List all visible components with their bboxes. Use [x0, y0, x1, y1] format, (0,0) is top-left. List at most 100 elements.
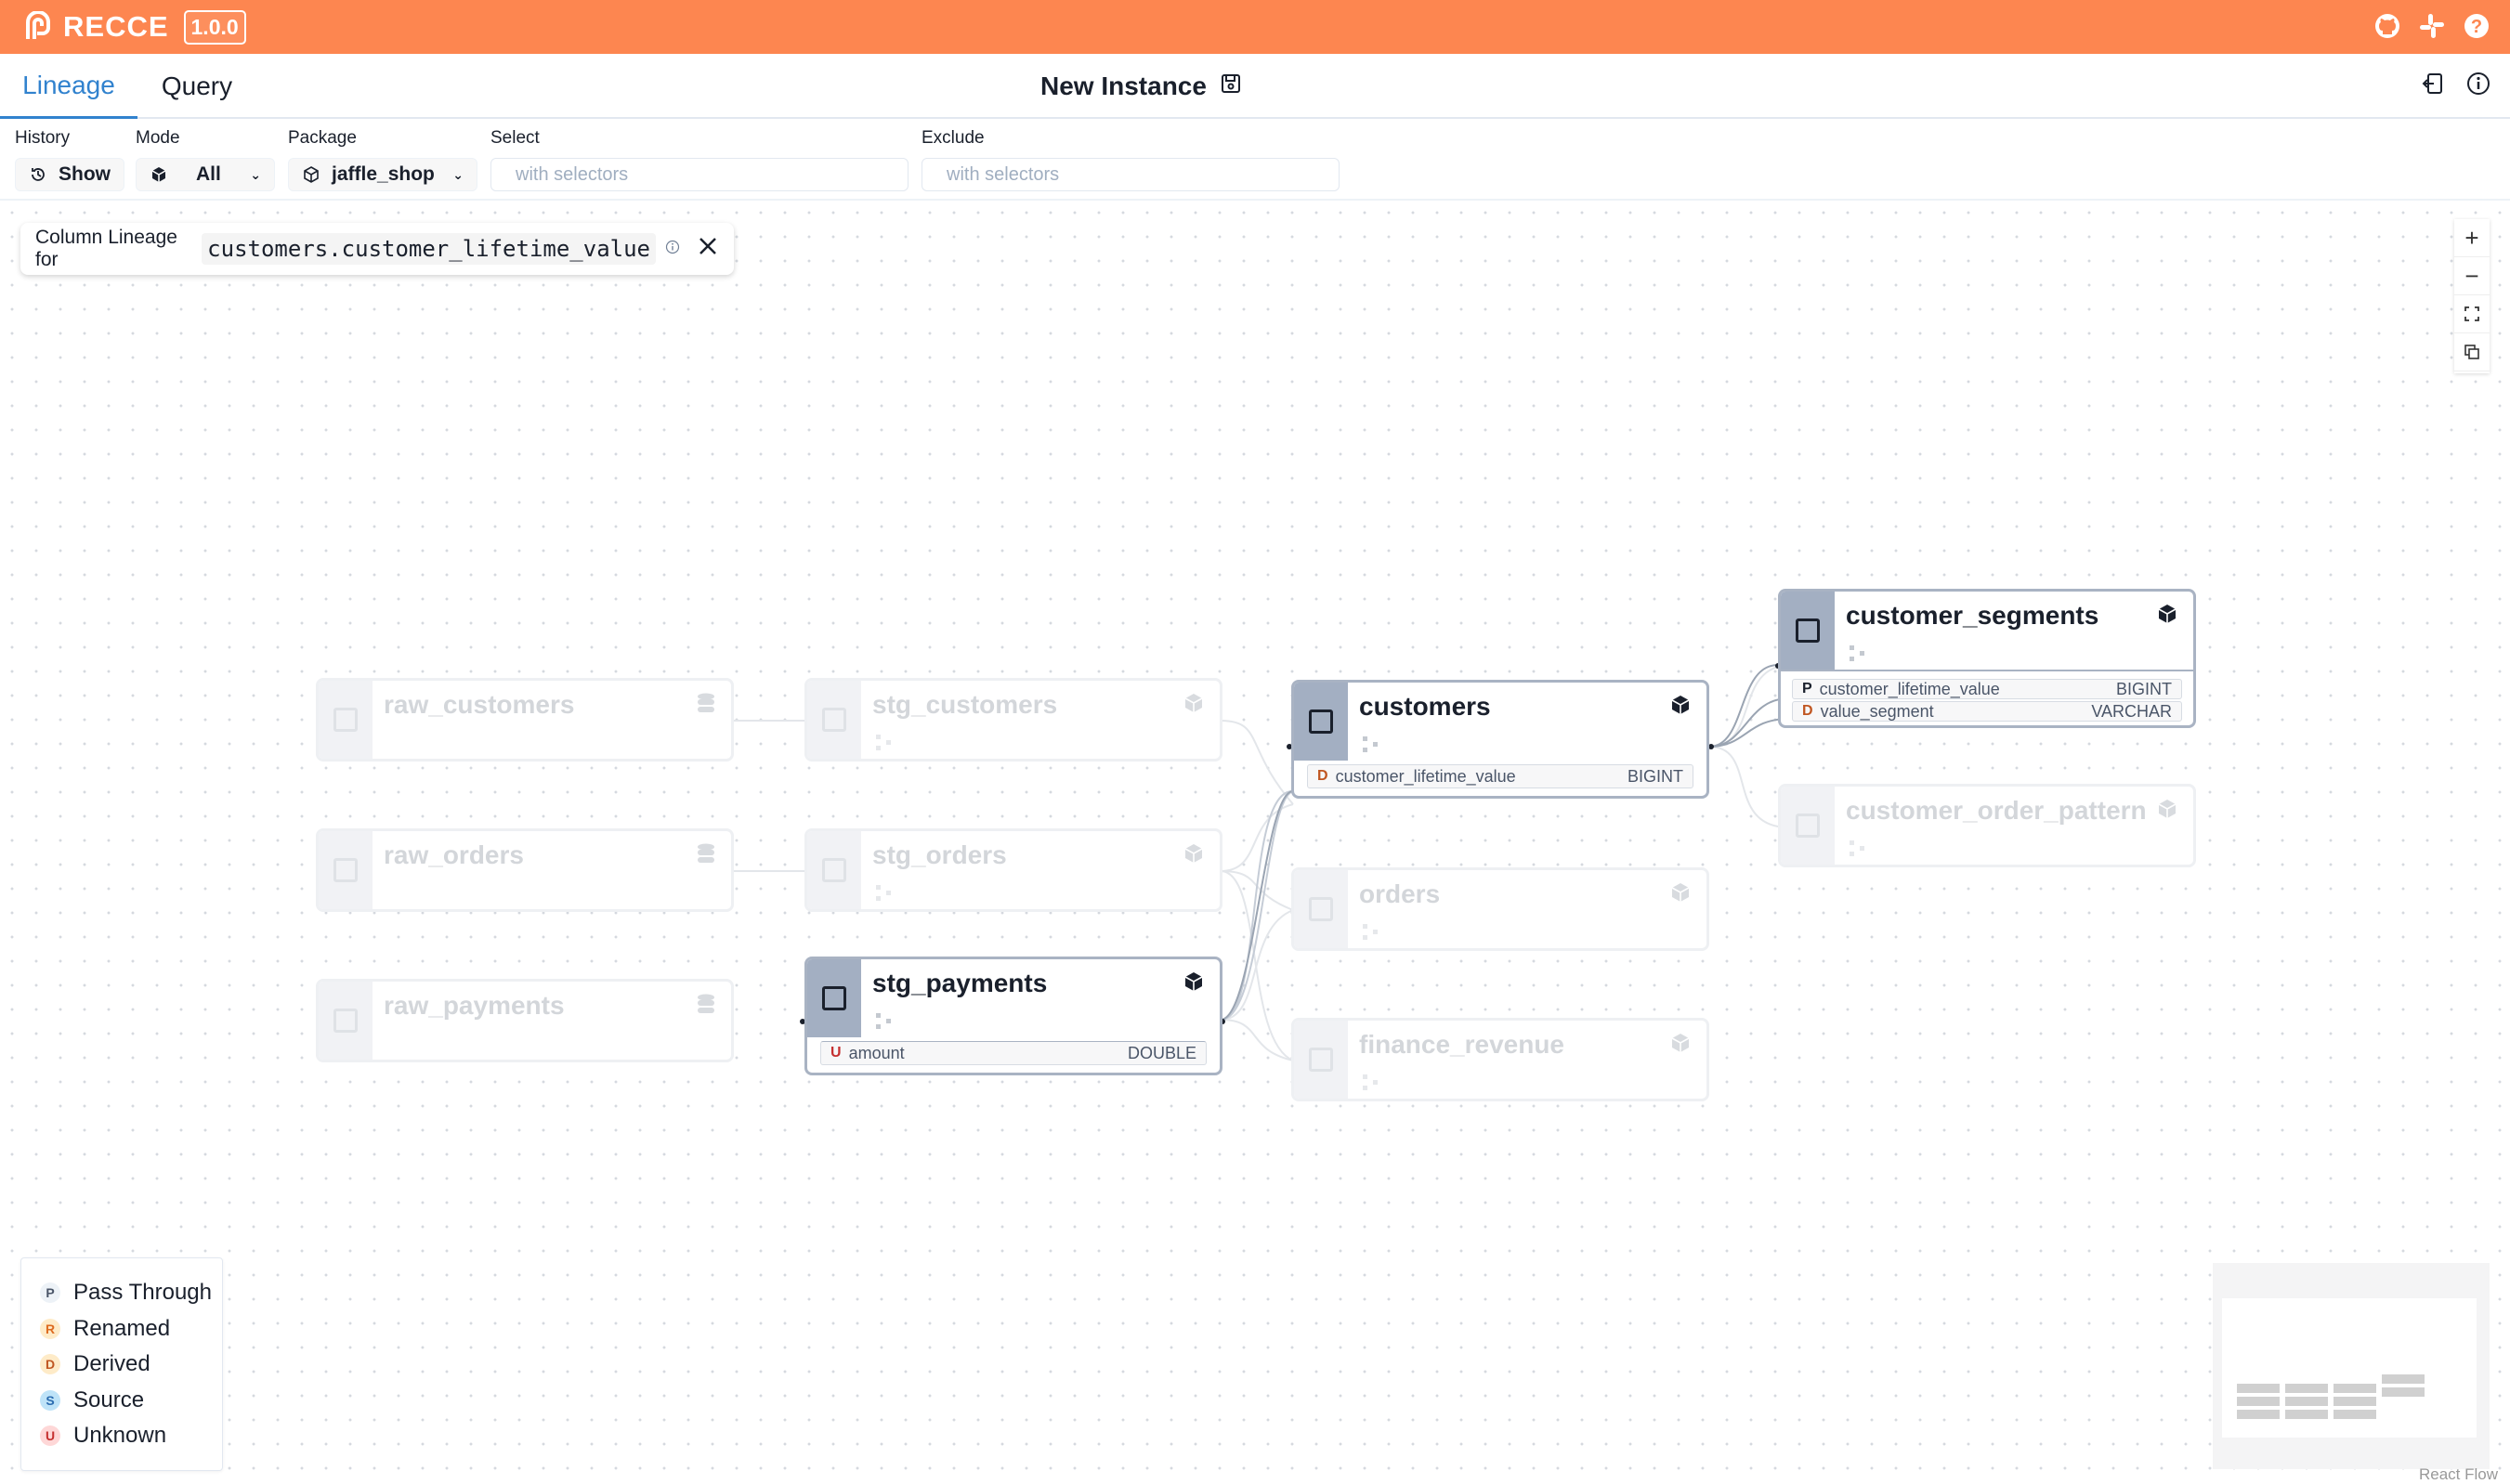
- minimap[interactable]: [2213, 1263, 2490, 1469]
- slack-icon[interactable]: [2417, 11, 2447, 41]
- legend-item: P Pass Through: [40, 1275, 222, 1311]
- save-icon[interactable]: [1220, 72, 1242, 101]
- legend: P Pass Through R Renamed D Derived S Sou…: [20, 1257, 223, 1471]
- version-badge: 1.0.0: [183, 9, 246, 45]
- lineage-branch-icon: [1848, 839, 1868, 864]
- node-orders[interactable]: orders: [1291, 867, 1709, 951]
- column-row[interactable]: U amount DOUBLE: [820, 1041, 1207, 1065]
- column-type: BIGINT: [2115, 679, 2172, 698]
- database-icon: [696, 692, 716, 721]
- mode-select[interactable]: All ⌄: [136, 158, 275, 191]
- node-title: raw_customers: [384, 690, 575, 719]
- node-title: raw_payments: [384, 991, 565, 1020]
- copy-icon[interactable]: [2454, 333, 2490, 371]
- package-icon: [304, 166, 319, 183]
- column-row[interactable]: D customer_lifetime_value BIGINT: [1307, 764, 1693, 788]
- legend-badge: R: [40, 1318, 60, 1339]
- node-checkbox[interactable]: [333, 858, 358, 882]
- mode-filter: Mode All ⌄: [136, 128, 275, 191]
- node-raw-payments[interactable]: raw_payments: [316, 979, 734, 1062]
- column-type: VARCHAR: [2091, 701, 2172, 721]
- zoom-out-icon[interactable]: −: [2454, 257, 2490, 295]
- node-title: finance_revenue: [1359, 1030, 1564, 1059]
- package-value: jaffle_shop: [332, 163, 435, 185]
- legend-item: S Source: [40, 1383, 222, 1419]
- history-icon: [32, 168, 45, 181]
- column-type: BIGINT: [1627, 766, 1683, 786]
- node-stg-payments[interactable]: stg_payments U amount DOUBLE: [804, 957, 1222, 1075]
- package-filter: Package jaffle_shop ⌄: [288, 128, 477, 191]
- fit-view-icon[interactable]: [2454, 295, 2490, 333]
- help-icon[interactable]: ?: [2462, 11, 2491, 41]
- node-checkbox[interactable]: [333, 1009, 358, 1033]
- exclude-input[interactable]: with selectors: [922, 158, 1340, 191]
- node-title: stg_orders: [872, 840, 1007, 869]
- model-icon: [1669, 1032, 1692, 1059]
- model-icon: [1183, 842, 1205, 869]
- column-lineage-banner: Column Lineage for customers.customer_li…: [20, 223, 734, 275]
- lineage-branch-icon[interactable]: [874, 1011, 895, 1036]
- legend-badge: D: [40, 1354, 60, 1375]
- node-checkbox[interactable]: [1309, 897, 1333, 921]
- package-label: Package: [288, 128, 357, 148]
- node-checkbox[interactable]: [1796, 618, 1820, 643]
- column-type: DOUBLE: [1127, 1043, 1196, 1062]
- node-title: stg_payments: [872, 969, 1048, 997]
- lineage-branch-icon: [874, 733, 895, 758]
- column-row[interactable]: P customer_lifetime_value BIGINT: [1792, 679, 2182, 699]
- node-stg-orders[interactable]: stg_orders: [804, 828, 1222, 912]
- canvas-controls: + −: [2454, 219, 2490, 373]
- github-icon[interactable]: [2373, 11, 2402, 41]
- history-button[interactable]: Show: [15, 158, 124, 191]
- legend-badge: P: [40, 1282, 60, 1304]
- select-input[interactable]: with selectors: [490, 158, 909, 191]
- package-select[interactable]: jaffle_shop ⌄: [288, 158, 477, 191]
- minimap-viewport[interactable]: [2222, 1298, 2477, 1438]
- node-checkbox[interactable]: [822, 986, 846, 1010]
- node-stg-customers[interactable]: stg_customers: [804, 678, 1222, 762]
- chevron-down-icon: ⌄: [250, 166, 261, 182]
- exclude-label: Exclude: [922, 128, 985, 148]
- legend-label: Source: [73, 1386, 145, 1412]
- close-icon[interactable]: [697, 235, 719, 263]
- legend-label: Pass Through: [73, 1280, 212, 1306]
- lineage-branch-icon[interactable]: [1848, 644, 1868, 669]
- mode-value: All: [196, 163, 221, 185]
- top-bar: RECCE 1.0.0 ?: [0, 0, 2510, 54]
- info-icon[interactable]: [2465, 71, 2491, 101]
- legend-label: Derived: [73, 1351, 150, 1377]
- legend-label: Renamed: [73, 1315, 171, 1341]
- node-customer-order-pattern[interactable]: customer_order_pattern: [1778, 784, 2196, 867]
- nav-bar: Lineage Query New Instance: [0, 54, 2510, 119]
- node-checkbox[interactable]: [1309, 709, 1333, 734]
- brand-name: RECCE: [63, 10, 169, 43]
- exclude-filter: Exclude with selectors: [922, 128, 1340, 191]
- node-title: customers: [1359, 692, 1491, 721]
- column-name: value_segment: [1820, 701, 1934, 721]
- zoom-in-icon[interactable]: +: [2454, 219, 2490, 257]
- column-row[interactable]: D value_segment VARCHAR: [1792, 701, 2182, 722]
- tab-query[interactable]: Query: [137, 54, 256, 119]
- node-checkbox[interactable]: [822, 858, 846, 882]
- react-flow-attribution[interactable]: React Flow: [2419, 1465, 2498, 1484]
- node-title: orders: [1359, 879, 1441, 908]
- node-raw-orders[interactable]: raw_orders: [316, 828, 734, 912]
- chevron-down-icon: ⌄: [452, 166, 464, 182]
- node-finance-revenue[interactable]: finance_revenue: [1291, 1018, 1709, 1101]
- lineage-branch-icon[interactable]: [1361, 735, 1381, 760]
- node-title: raw_orders: [384, 840, 524, 869]
- logo[interactable]: RECCE 1.0.0: [22, 9, 246, 45]
- node-raw-customers[interactable]: raw_customers: [316, 678, 734, 762]
- node-checkbox[interactable]: [822, 708, 846, 732]
- export-icon[interactable]: [2421, 71, 2447, 101]
- select-filter: Select with selectors: [490, 128, 909, 191]
- node-customer-segments[interactable]: customer_segments P customer_lifetime_va…: [1778, 589, 2196, 728]
- tab-lineage[interactable]: Lineage: [0, 54, 137, 119]
- node-checkbox[interactable]: [1796, 814, 1820, 838]
- node-checkbox[interactable]: [1309, 1048, 1333, 1072]
- column-lineage-prefix: Column Lineage for: [35, 227, 177, 270]
- database-icon: [696, 842, 716, 871]
- node-customers[interactable]: customers D customer_lifetime_value BIGI…: [1291, 680, 1709, 799]
- node-checkbox[interactable]: [333, 708, 358, 732]
- column-tag: P: [1802, 681, 1812, 696]
